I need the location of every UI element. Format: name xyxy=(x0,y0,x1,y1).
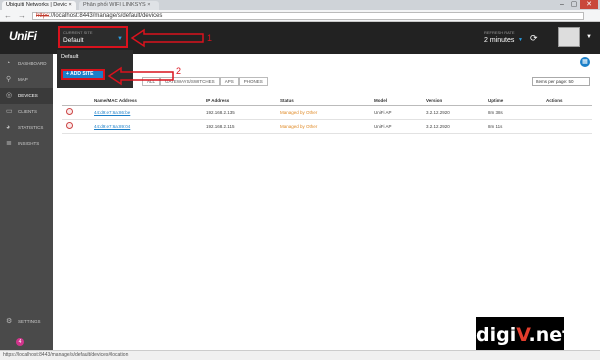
list-icon: ≣ xyxy=(6,140,12,147)
watermark-text-c: .net xyxy=(528,324,572,346)
back-icon[interactable]: ← xyxy=(4,11,12,21)
url-protocol: https xyxy=(36,13,50,19)
device-actions[interactable] xyxy=(546,119,592,134)
col-uptime[interactable]: Uptime xyxy=(488,96,546,106)
device-mac-link[interactable]: 44:d9:e7:6a:89:04 xyxy=(94,119,206,134)
chevron-down-icon[interactable]: ▼ xyxy=(586,34,592,40)
device-version: 3.2.12.2920 xyxy=(426,105,488,120)
refresh-rate-selector[interactable]: REFRESH RATE 2 minutes ▼ xyxy=(484,30,523,44)
refresh-rate-label: REFRESH RATE xyxy=(484,30,515,35)
sidebar-item-settings[interactable]: ⚙ SETTINGS xyxy=(0,314,53,330)
close-icon[interactable]: ✕ xyxy=(580,0,598,9)
sidebar-item-label: INSIGHTS xyxy=(18,141,40,146)
device-status: Managed by Other xyxy=(280,119,374,134)
device-version: 3.2.12.2920 xyxy=(426,119,488,134)
minimize-icon[interactable]: – xyxy=(556,0,568,9)
filter-phones[interactable]: PHONES xyxy=(238,77,268,86)
table-row[interactable]: 44:d9:e7:6a:86:be 192.168.2.135 Managed … xyxy=(62,105,592,120)
sidebar-item-dashboard[interactable]: ◔ DASHBOARD xyxy=(0,56,53,72)
notification-badge[interactable]: 4 xyxy=(16,338,24,346)
device-ip: 192.168.2.115 xyxy=(206,119,280,134)
items-per-page-select[interactable]: Items per page: 50 xyxy=(532,77,590,86)
gauge-icon: ◔ xyxy=(6,60,11,67)
site-selector[interactable]: CURRENT SITE Default ▼ xyxy=(58,26,128,48)
sidebar-item-statistics[interactable]: ◕ STATISTICS xyxy=(0,120,53,136)
col-version[interactable]: Version xyxy=(426,96,488,106)
chevron-down-icon: ▼ xyxy=(518,37,523,43)
watermark-text-b: V xyxy=(516,324,529,346)
add-site-button[interactable]: + ADD SITE xyxy=(61,69,105,80)
sidebar-item-insights[interactable]: ≣ INSIGHTS xyxy=(0,136,53,152)
url-input[interactable]: https://localhost:8443/manage/s/default/… xyxy=(32,12,584,20)
device-uptime: 8m 11s xyxy=(488,119,546,134)
table-row[interactable]: 44:d9:e7:6a:89:04 192.168.2.115 Managed … xyxy=(62,119,592,134)
browser-status-bar: https://localhost:8443/manage/s/default/… xyxy=(0,350,600,360)
forward-icon[interactable]: → xyxy=(18,11,26,21)
sidebar-item-label: DEVICES xyxy=(18,93,38,98)
chevron-down-icon: ▼ xyxy=(117,36,123,42)
col-model[interactable]: Model xyxy=(374,96,426,106)
watermark-text-a: digi xyxy=(476,324,517,346)
site-selector-value: Default xyxy=(63,37,84,44)
sidebar-item-label: MAP xyxy=(18,77,28,82)
device-status-icon xyxy=(66,122,73,129)
annotation-arrow-1 xyxy=(130,28,204,48)
annotation-arrow-2 xyxy=(107,66,174,86)
url-path: ://localhost:8443/manage/s/default/devic… xyxy=(49,13,163,19)
col-icon xyxy=(62,96,94,106)
refresh-rate-value: 2 minutes xyxy=(484,37,515,44)
device-mac-link[interactable]: 44:d9:e7:6a:86:be xyxy=(94,105,206,120)
device-ip: 192.168.2.135 xyxy=(206,105,280,120)
device-model: UniFi AP xyxy=(374,119,426,134)
browser-tab-linksys[interactable]: Phân phối WIFI LINKSYS × xyxy=(79,1,159,10)
sidebar-item-label: STATISTICS xyxy=(18,125,44,130)
clients-icon: ▭ xyxy=(6,108,13,115)
col-status[interactable]: Status xyxy=(280,96,374,106)
site-selector-label: CURRENT SITE xyxy=(63,30,93,35)
col-ip[interactable]: IP Address xyxy=(206,96,280,106)
sidebar: ◔ DASHBOARD ⚲ MAP ◎ DEVICES ▭ CLIENTS ◕ STATI… xyxy=(0,54,53,350)
sidebar-item-map[interactable]: ⚲ MAP xyxy=(0,72,53,88)
devices-icon: ◎ xyxy=(6,92,13,99)
annotation-number-2: 2 xyxy=(176,66,182,76)
pie-chart-icon: ◕ xyxy=(6,124,11,131)
sidebar-item-label: CLIENTS xyxy=(18,109,38,114)
maximize-icon[interactable]: ▢ xyxy=(568,0,580,9)
sidebar-item-label: DASHBOARD xyxy=(18,61,47,66)
device-status: Managed by Other xyxy=(280,105,374,120)
reload-icon[interactable]: ⟳ xyxy=(530,33,538,44)
gear-icon: ⚙ xyxy=(6,318,13,325)
col-actions: Actions xyxy=(546,96,592,106)
annotation-number-1: 1 xyxy=(207,33,213,43)
col-name[interactable]: Name/MAC Address xyxy=(94,96,206,106)
device-uptime: 8m 38s xyxy=(488,105,546,120)
device-model: UniFi AP xyxy=(374,105,426,120)
filter-aps[interactable]: APS xyxy=(219,77,239,86)
browser-tab-bar: Ubiquiti Networks | Devic × Phân phối WI… xyxy=(0,0,600,10)
digivn-watermark: digiV.net xyxy=(476,317,571,353)
device-actions[interactable] xyxy=(546,105,592,120)
sidebar-item-label: SETTINGS xyxy=(18,319,41,324)
avatar[interactable] xyxy=(558,27,580,47)
devices-table: Name/MAC Address IP Address Status Model… xyxy=(62,96,592,134)
device-status-icon xyxy=(66,108,73,115)
unifi-logo[interactable]: UniFi xyxy=(9,29,37,43)
sidebar-item-clients[interactable]: ▭ CLIENTS xyxy=(0,104,53,120)
address-bar: ← → https://localhost:8443/manage/s/defa… xyxy=(0,10,600,22)
map-pin-icon: ⚲ xyxy=(6,76,12,83)
browser-tab-unifi[interactable]: Ubiquiti Networks | Devic × xyxy=(2,1,76,10)
site-option-default[interactable]: Default xyxy=(61,54,78,60)
sidebar-item-devices[interactable]: ◎ DEVICES xyxy=(0,88,53,104)
window-controls: – ▢ ✕ xyxy=(556,0,598,9)
grid-view-icon[interactable]: ▦ xyxy=(580,57,590,67)
